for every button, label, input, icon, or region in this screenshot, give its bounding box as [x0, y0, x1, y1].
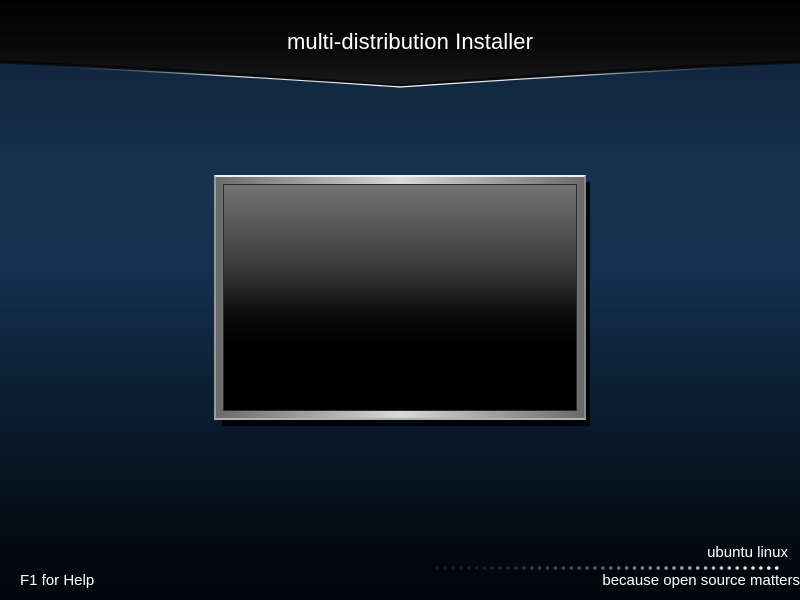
- progress-dot: [727, 566, 732, 570]
- progress-dot: [601, 566, 605, 570]
- progress-dot: [703, 566, 708, 570]
- progress-dot: [451, 566, 455, 570]
- progress-dot: [688, 566, 692, 570]
- progress-dot: [609, 566, 613, 570]
- progress-dot: [656, 566, 660, 570]
- progress-dot: [435, 566, 439, 570]
- progress-dot: [561, 566, 566, 570]
- progress-dot: [719, 566, 724, 570]
- progress-dots: [435, 566, 779, 570]
- progress-dot: [545, 566, 550, 570]
- page-title: multi-distribution Installer: [286, 29, 534, 54]
- progress-dot: [482, 566, 487, 570]
- progress-dot: [458, 566, 463, 570]
- progress-dot: [577, 566, 581, 570]
- progress-dot: [695, 566, 700, 570]
- progress-dot: [593, 566, 597, 570]
- brand-label: ubuntu linux: [707, 544, 788, 561]
- progress-dot: [648, 566, 653, 570]
- progress-dot: [506, 566, 510, 570]
- progress-dot: [553, 566, 558, 570]
- tagline: because open source matters: [602, 572, 800, 589]
- progress-dot: [514, 566, 518, 570]
- progress-dot: [522, 566, 526, 570]
- progress-dot: [680, 566, 684, 570]
- progress-dot: [569, 566, 574, 570]
- progress-dot: [664, 566, 668, 570]
- progress-dot: [632, 566, 637, 570]
- progress-dot: [498, 566, 502, 570]
- help-hint: F1 for Help: [20, 572, 95, 589]
- progress-dot: [537, 566, 542, 570]
- progress-dot: [672, 566, 676, 570]
- progress-dot: [767, 566, 771, 570]
- progress-dot: [474, 566, 479, 570]
- progress-dot: [640, 566, 645, 570]
- progress-dot: [624, 566, 629, 570]
- header-bar: multi-distribution Installer: [0, 0, 800, 100]
- content-panel-screen: [223, 184, 577, 411]
- progress-dot: [735, 566, 739, 570]
- progress-dot: [466, 566, 471, 570]
- progress-dot: [751, 566, 755, 570]
- progress-dot: [585, 566, 589, 570]
- progress-dot: [759, 566, 763, 570]
- progress-dot: [443, 566, 447, 570]
- progress-dot: [490, 566, 495, 570]
- progress-dot: [711, 566, 716, 570]
- progress-dot: [743, 566, 747, 570]
- content-panel: [214, 175, 586, 420]
- progress-dot: [774, 566, 779, 570]
- progress-dot: [530, 566, 534, 570]
- progress-dot: [616, 566, 621, 570]
